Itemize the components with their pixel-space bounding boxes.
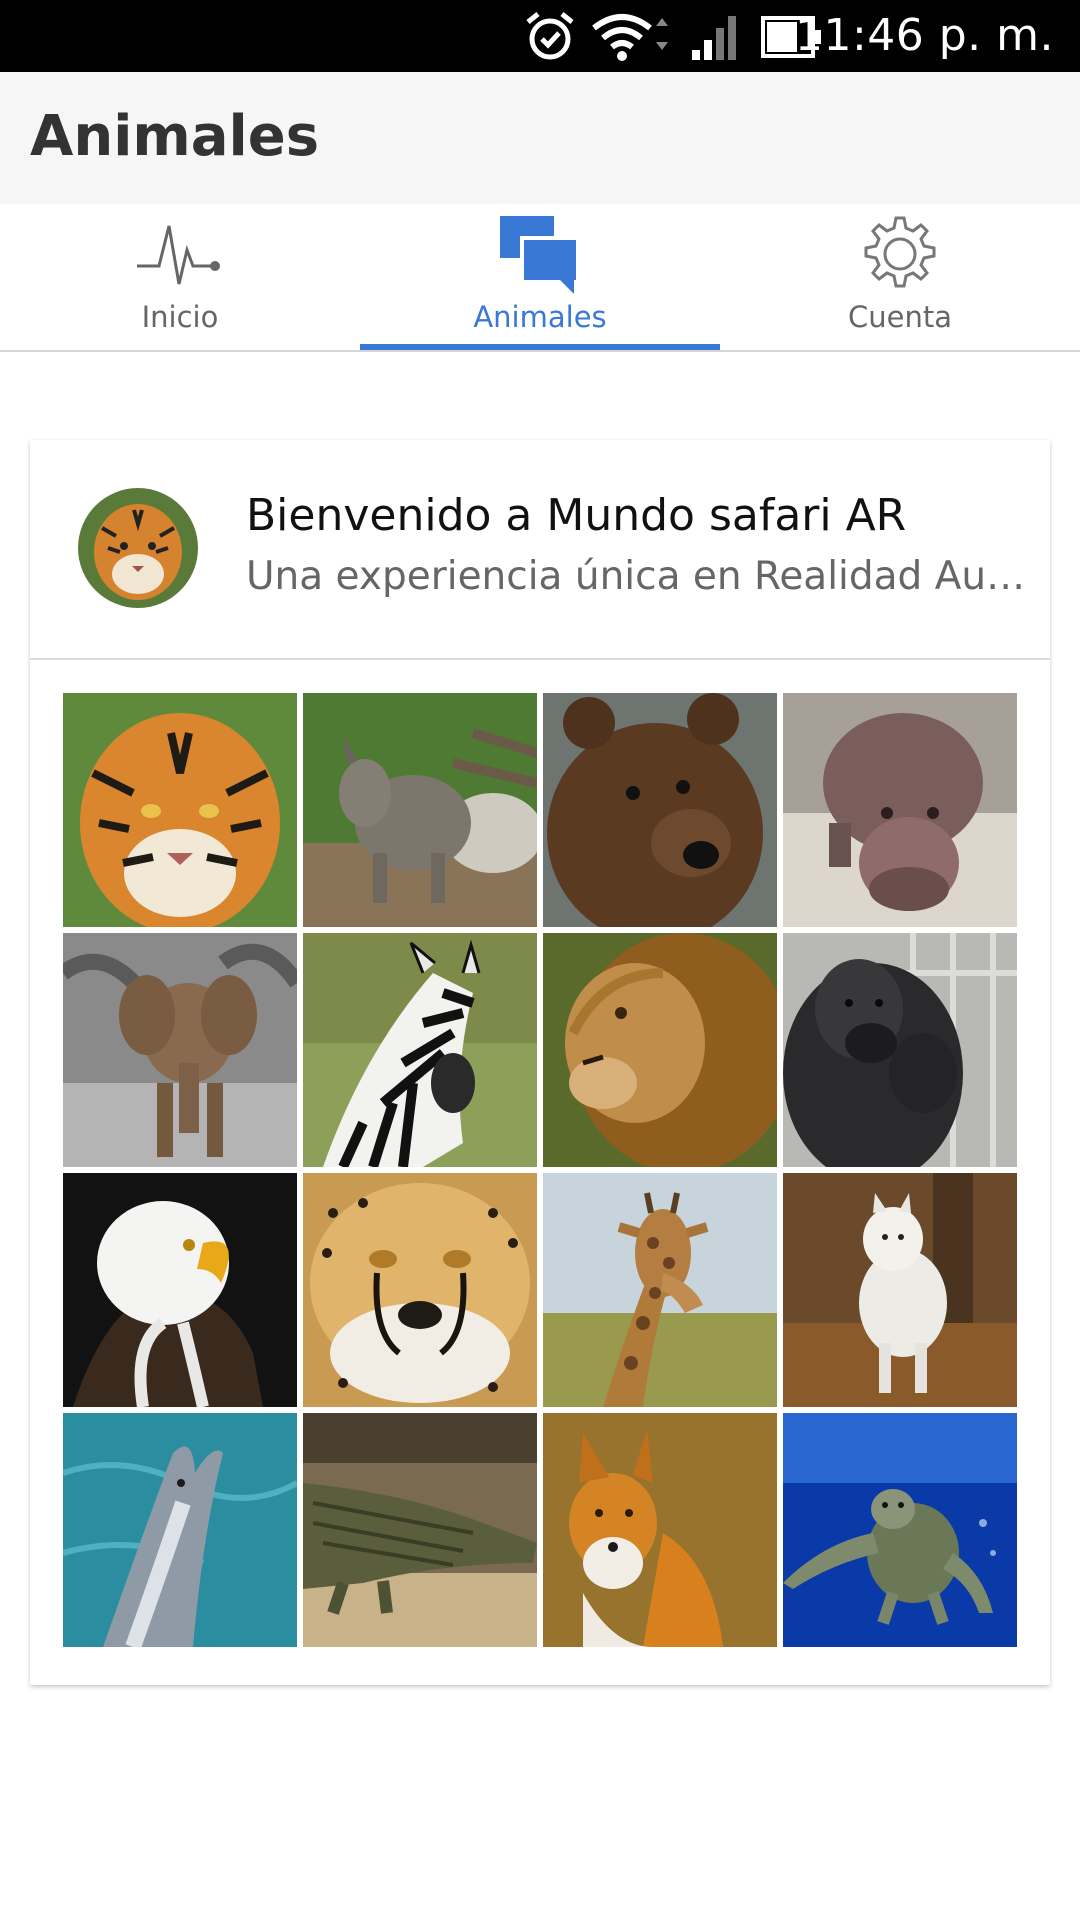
hippopotamus-tile[interactable] [783,693,1017,927]
tab-label: Cuenta [848,300,952,334]
dolphin-tile[interactable] [63,1413,297,1647]
tab-cuenta[interactable]: Cuenta [720,204,1080,352]
status-bar: 11:46 p. m. [0,0,1080,72]
gorilla-tile[interactable] [783,933,1017,1167]
page-title: Animales [30,104,320,169]
lion-tile[interactable] [543,933,777,1167]
wolf-tile[interactable] [783,1173,1017,1407]
cheetah-tile[interactable] [303,1173,537,1407]
signal-icon [688,12,744,67]
card-subtitle: Una experiencia única en Realidad Au… [246,554,1026,599]
zebra-tile[interactable] [303,933,537,1167]
tiger-tile[interactable] [63,693,297,927]
elephant-tile[interactable] [63,933,297,1167]
wifi-icon [590,12,672,67]
status-time: 11:46 p. m. [794,10,1054,61]
card-header[interactable]: Bienvenido a Mundo safari AR Una experie… [30,440,1050,660]
crocodile-tile[interactable] [303,1413,537,1647]
pulse-icon [135,214,225,299]
gear-icon [860,214,940,299]
tab-inicio[interactable]: Inicio [0,204,360,352]
bear-tile[interactable] [543,693,777,927]
tab-label: Inicio [141,300,219,334]
tab-label: Animales [473,300,607,334]
alarm-icon [524,12,576,67]
fox-tile[interactable] [543,1413,777,1647]
avatar [78,488,198,608]
tab-bar: Inicio Animales Cuenta [0,204,1080,352]
rhinoceros-tile[interactable] [303,693,537,927]
welcome-card: Bienvenido a Mundo safari AR Una experie… [30,440,1050,1685]
animal-grid [63,693,1018,1648]
tab-animales[interactable]: Animales [360,204,720,352]
app-bar: Animales [0,72,1080,204]
card-title: Bienvenido a Mundo safari AR [246,490,907,541]
chat-bubbles-icon [498,214,582,303]
sea-turtle-tile[interactable] [783,1413,1017,1647]
active-tab-indicator [360,344,720,350]
eagle-tile[interactable] [63,1173,297,1407]
giraffe-tile[interactable] [543,1173,777,1407]
